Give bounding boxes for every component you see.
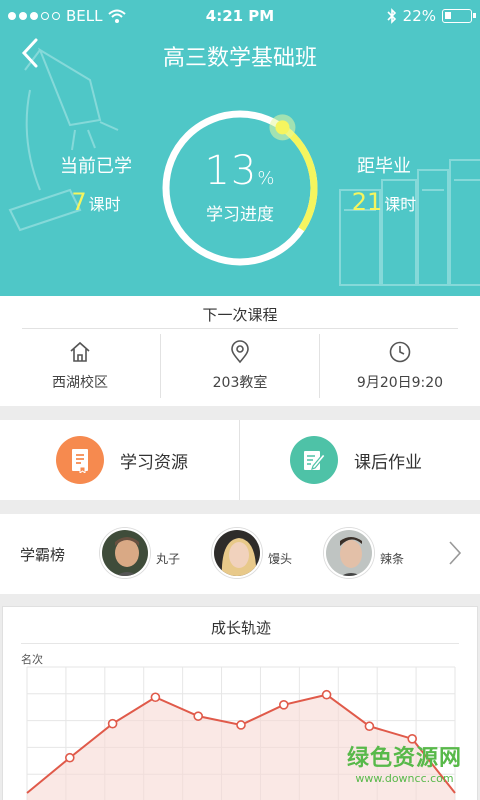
time-cell: 9月20日9:20 (320, 330, 480, 406)
clock-icon (389, 341, 411, 363)
room-text: 203教室 (212, 375, 268, 391)
status-bar: BELL 4:21 PM 22% (0, 0, 480, 32)
leaderboard-person[interactable]: 丸子 (100, 528, 180, 578)
resources-label: 学习资源 (120, 452, 188, 473)
next-class-panel: 下一次课程 西湖校区 203教室 9月20日9:20 (0, 296, 480, 406)
home-icon (70, 341, 90, 362)
battery-percent: 22% (402, 7, 436, 25)
location-pin-icon (231, 340, 249, 364)
resources-button[interactable]: 学习资源 (0, 420, 239, 500)
campus-cell: 西湖校区 (0, 330, 160, 406)
avatar (212, 528, 262, 578)
watermark: 绿色资源网 www.downcc.com (347, 740, 462, 785)
remaining-unit: 课时 (384, 195, 417, 214)
leaderboard-panel[interactable]: 学霸榜 丸子 馒头 辣条 (0, 514, 480, 594)
divider (22, 328, 458, 329)
header-banner: BELL 4:21 PM 22% 高三数学基础班 当前已学 7 课时 13% 学… (0, 0, 480, 296)
action-panel: 学习资源 课后作业 (0, 420, 480, 500)
leaderboard-title: 学霸榜 (20, 546, 66, 564)
chart-point (150, 692, 161, 703)
room-cell: 203教室 (160, 330, 320, 406)
page-title: 高三数学基础班 (162, 46, 317, 71)
avatar (324, 528, 374, 578)
progress-text: 13% 学习进度 (160, 148, 320, 225)
studied-label: 当前已学 (60, 156, 132, 177)
studied-stat: 当前已学 7 课时 (56, 152, 136, 216)
leaderboard-person[interactable]: 馒头 (212, 528, 292, 578)
bluetooth-icon (387, 8, 396, 24)
watermark-url: www.downcc.com (355, 772, 454, 785)
progress-marker (275, 120, 290, 135)
remaining-stat: 距毕业 21 课时 (344, 152, 424, 216)
chart-point (278, 700, 289, 710)
homework-label: 课后作业 (354, 452, 422, 473)
watermark-text: 绿色资源网 (346, 746, 462, 771)
chart-point (364, 721, 375, 732)
progress-label: 学习进度 (206, 205, 274, 225)
person-name: 馒头 (268, 551, 293, 566)
leaderboard-person[interactable]: 辣条 (324, 528, 404, 578)
edit-note-icon (290, 436, 338, 484)
chart-point (193, 711, 203, 721)
avatar (100, 528, 150, 578)
chevron-right-icon[interactable] (448, 540, 462, 566)
battery-icon (442, 9, 476, 23)
book-icon (56, 436, 104, 484)
campus-text: 西湖校区 (52, 375, 108, 391)
chart-point (107, 718, 118, 729)
studied-unit: 课时 (88, 195, 121, 214)
remaining-label: 距毕业 (357, 156, 411, 177)
person-name: 丸子 (156, 551, 181, 566)
chart-point (236, 720, 246, 730)
studied-count: 7 (71, 188, 87, 216)
homework-button[interactable]: 课后作业 (240, 420, 479, 500)
next-class-caption: 下一次课程 (202, 306, 278, 324)
person-name: 辣条 (380, 551, 405, 566)
progress-value: 13 (204, 148, 258, 194)
time-text: 9月20日9:20 (356, 375, 444, 391)
chart-point (65, 752, 75, 763)
percent-sign: % (257, 168, 276, 189)
chart-point (321, 689, 332, 700)
remaining-count: 21 (351, 188, 383, 216)
